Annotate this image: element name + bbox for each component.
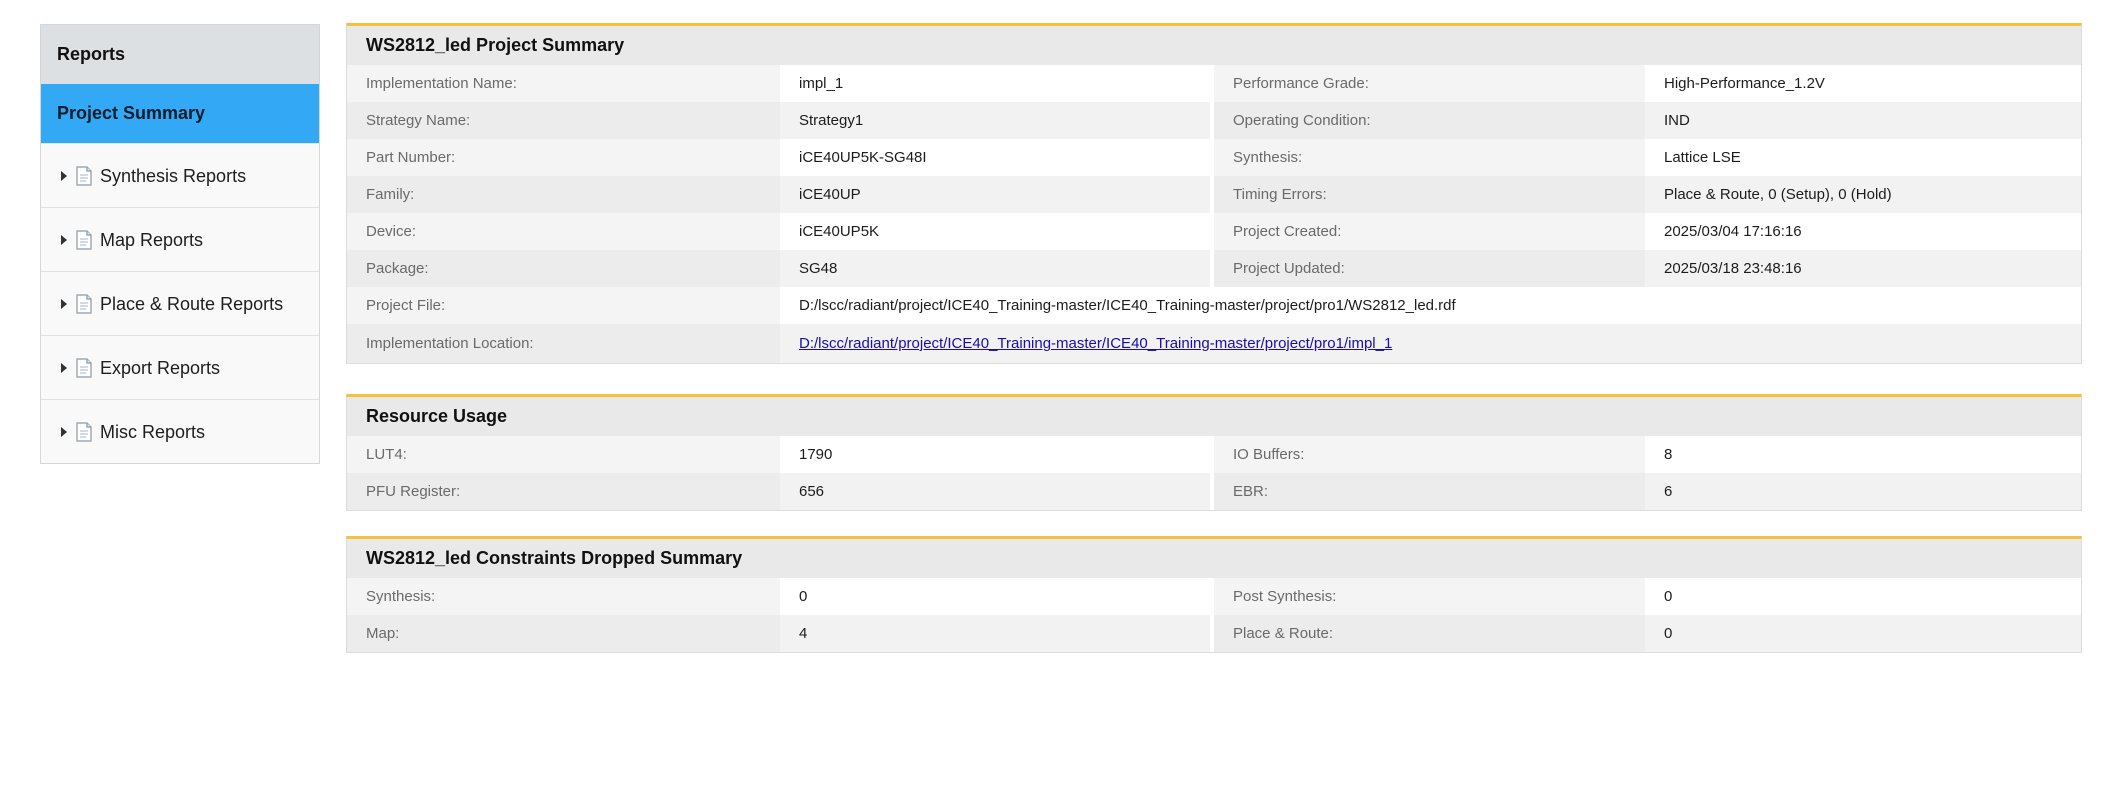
field-label: IO Buffers: bbox=[1210, 436, 1645, 473]
document-icon bbox=[76, 357, 92, 378]
document-icon bbox=[76, 293, 92, 314]
document-icon bbox=[76, 165, 92, 186]
field-label: Part Number: bbox=[347, 139, 780, 176]
panel-title: WS2812_led Project Summary bbox=[347, 26, 2081, 65]
table-row: Device: iCE40UP5K Project Created: 2025/… bbox=[347, 213, 2081, 250]
field-label: Performance Grade: bbox=[1210, 65, 1645, 102]
table-row: Family: iCE40UP Timing Errors: Place & R… bbox=[347, 176, 2081, 213]
report-viewer: Reports Project Summary Synthesis Report… bbox=[0, 0, 2117, 792]
field-label: PFU Register: bbox=[347, 473, 780, 510]
field-label: Place & Route: bbox=[1210, 615, 1645, 652]
field-label: Synthesis: bbox=[1210, 139, 1645, 176]
table-row: Strategy Name: Strategy1 Operating Condi… bbox=[347, 102, 2081, 139]
table-row: Project File: D:/lscc/radiant/project/IC… bbox=[347, 287, 2081, 324]
field-label: Timing Errors: bbox=[1210, 176, 1645, 213]
field-label: LUT4: bbox=[347, 436, 780, 473]
caret-right-icon[interactable] bbox=[61, 298, 67, 309]
implementation-location-link[interactable]: D:/lscc/radiant/project/ICE40_Training-m… bbox=[799, 335, 1392, 352]
field-value: 0 bbox=[1645, 615, 2081, 652]
field-value: 8 bbox=[1645, 436, 2081, 473]
field-label: Synthesis: bbox=[347, 578, 780, 615]
sidebar-item-place-route-reports[interactable]: Place & Route Reports bbox=[41, 271, 319, 335]
table-row: Package: SG48 Project Updated: 2025/03/1… bbox=[347, 250, 2081, 287]
caret-right-icon[interactable] bbox=[61, 234, 67, 245]
resource-usage-table: LUT4: 1790 IO Buffers: 8 PFU Register: 6… bbox=[347, 436, 2081, 510]
field-value: Lattice LSE bbox=[1645, 139, 2081, 176]
sidebar-item-export-reports[interactable]: Export Reports bbox=[41, 335, 319, 399]
field-value: iCE40UP bbox=[780, 176, 1212, 213]
constraints-dropped-table: Synthesis: 0 Post Synthesis: 0 Map: 4 Pl… bbox=[347, 578, 2081, 652]
field-label: EBR: bbox=[1210, 473, 1645, 510]
field-value: Place & Route, 0 (Setup), 0 (Hold) bbox=[1645, 176, 2081, 213]
project-file-value: D:/lscc/radiant/project/ICE40_Training-m… bbox=[780, 287, 2081, 324]
field-value: iCE40UP5K bbox=[780, 213, 1212, 250]
sidebar-item-misc-reports[interactable]: Misc Reports bbox=[41, 399, 319, 463]
reports-sidebar: Reports Project Summary Synthesis Report… bbox=[40, 24, 320, 464]
sidebar-item-label: Synthesis Reports bbox=[100, 165, 247, 186]
project-summary-table: Implementation Name: impl_1 Performance … bbox=[347, 65, 2081, 363]
field-label: Post Synthesis: bbox=[1210, 578, 1645, 615]
document-icon bbox=[76, 421, 92, 442]
field-label: Package: bbox=[347, 250, 780, 287]
field-value: 2025/03/18 23:48:16 bbox=[1645, 250, 2081, 287]
table-row: Map: 4 Place & Route: 0 bbox=[347, 615, 2081, 652]
sidebar-item-label: Misc Reports bbox=[100, 421, 206, 442]
constraints-dropped-panel: WS2812_led Constraints Dropped Summary S… bbox=[346, 536, 2082, 653]
table-row: Part Number: iCE40UP5K-SG48I Synthesis: … bbox=[347, 139, 2081, 176]
field-value: High-Performance_1.2V bbox=[1645, 65, 2081, 102]
table-row: Implementation Name: impl_1 Performance … bbox=[347, 65, 2081, 102]
sidebar-header: Reports bbox=[41, 25, 319, 84]
project-file-label: Project File: bbox=[347, 287, 780, 324]
project-summary-panel: WS2812_led Project Summary Implementatio… bbox=[346, 23, 2082, 364]
table-row: Synthesis: 0 Post Synthesis: 0 bbox=[347, 578, 2081, 615]
field-value: Strategy1 bbox=[780, 102, 1212, 139]
field-value: IND bbox=[1645, 102, 2081, 139]
caret-right-icon[interactable] bbox=[61, 170, 67, 181]
field-value: 0 bbox=[780, 578, 1212, 615]
resource-usage-panel: Resource Usage LUT4: 1790 IO Buffers: 8 … bbox=[346, 394, 2082, 511]
sidebar-item-label: Place & Route Reports bbox=[100, 293, 284, 314]
implementation-location-label: Implementation Location: bbox=[347, 324, 780, 363]
field-value: 2025/03/04 17:16:16 bbox=[1645, 213, 2081, 250]
field-value: impl_1 bbox=[780, 65, 1212, 102]
sidebar-item-label: Export Reports bbox=[100, 357, 221, 378]
panel-title: WS2812_led Constraints Dropped Summary bbox=[347, 539, 2081, 578]
field-value: 4 bbox=[780, 615, 1212, 652]
field-label: Map: bbox=[347, 615, 780, 652]
field-label: Strategy Name: bbox=[347, 102, 780, 139]
field-label: Project Created: bbox=[1210, 213, 1645, 250]
implementation-location-cell: D:/lscc/radiant/project/ICE40_Training-m… bbox=[780, 324, 2081, 363]
field-label: Project Updated: bbox=[1210, 250, 1645, 287]
panel-title: Resource Usage bbox=[347, 397, 2081, 436]
table-row: PFU Register: 656 EBR: 6 bbox=[347, 473, 2081, 510]
sidebar-item-synthesis-reports[interactable]: Synthesis Reports bbox=[41, 143, 319, 207]
caret-right-icon[interactable] bbox=[61, 362, 67, 373]
table-row: LUT4: 1790 IO Buffers: 8 bbox=[347, 436, 2081, 473]
field-value: iCE40UP5K-SG48I bbox=[780, 139, 1212, 176]
sidebar-item-map-reports[interactable]: Map Reports bbox=[41, 207, 319, 271]
caret-right-icon[interactable] bbox=[61, 426, 67, 437]
table-row: Implementation Location: D:/lscc/radiant… bbox=[347, 324, 2081, 363]
field-value: 656 bbox=[780, 473, 1212, 510]
document-icon bbox=[76, 229, 92, 250]
field-value: 6 bbox=[1645, 473, 2081, 510]
field-value: SG48 bbox=[780, 250, 1212, 287]
sidebar-item-label: Map Reports bbox=[100, 229, 204, 250]
field-value: 0 bbox=[1645, 578, 2081, 615]
field-label: Device: bbox=[347, 213, 780, 250]
field-label: Operating Condition: bbox=[1210, 102, 1645, 139]
field-value: 1790 bbox=[780, 436, 1212, 473]
field-label: Implementation Name: bbox=[347, 65, 780, 102]
field-label: Family: bbox=[347, 176, 780, 213]
sidebar-item-project-summary[interactable]: Project Summary bbox=[41, 84, 319, 143]
